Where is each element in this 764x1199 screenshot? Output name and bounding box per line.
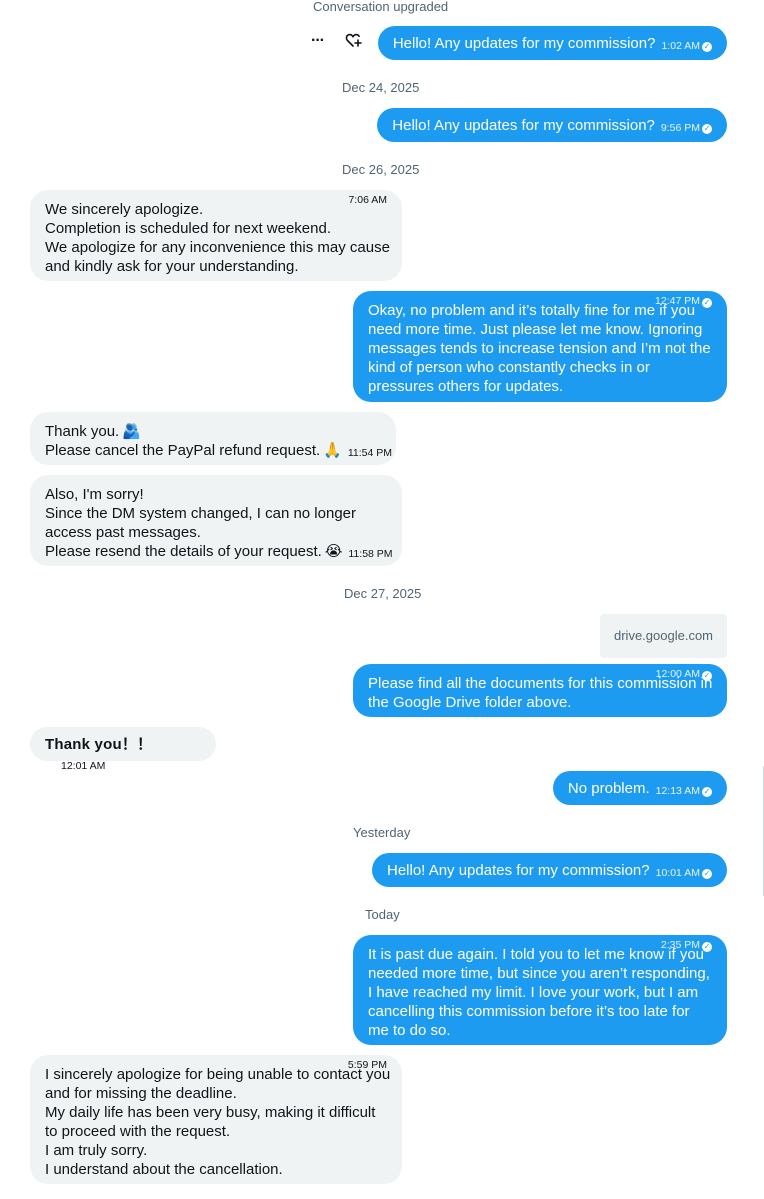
pray-emoji: 🙏 <box>323 442 342 459</box>
message-time: 2:35 PM <box>660 939 700 951</box>
read-check-icon: ✓ <box>702 671 712 681</box>
message-line: and for missing the deadline. <box>45 1085 237 1102</box>
read-check-icon: ✓ <box>702 787 712 797</box>
read-check-icon: ✓ <box>702 942 712 952</box>
heart-plus-icon[interactable] <box>345 31 363 49</box>
message-line: Since the DM system changed, I can no lo… <box>45 505 357 522</box>
message-time: 5:59 PM <box>347 1059 387 1071</box>
hug-emoji: 🫂 <box>122 423 141 440</box>
link-domain: drive.google.com <box>614 628 713 643</box>
message-line: Thank you. <box>45 423 120 440</box>
message-line: My daily life has been very busy, making… <box>45 1104 376 1121</box>
outgoing-message[interactable]: It is past due again. I told you to let … <box>353 935 727 1045</box>
message-text: Hello! Any updates for my commission? <box>392 35 656 52</box>
message-line: I sincerely apologize for being unable t… <box>45 1066 391 1083</box>
message-line: Completion is scheduled for next weekend… <box>45 220 331 237</box>
message-time: 9:56 PM <box>660 122 700 134</box>
link-preview-card[interactable]: drive.google.com <box>600 614 727 658</box>
outgoing-message[interactable]: Okay, no problem and it’s totally fine f… <box>353 291 727 402</box>
message-line: access past messages. <box>45 524 201 541</box>
date-separator: Today <box>365 907 400 922</box>
outgoing-message[interactable]: Hello! Any updates for my commission? 1:0… <box>377 26 727 60</box>
message-text: Hello! Any updates for my commission? <box>387 862 650 879</box>
date-separator: Dec 27, 2025 <box>344 586 422 601</box>
crying-emoji: 😭 <box>324 543 343 560</box>
more-dots-icon[interactable]: ··· <box>311 32 325 50</box>
message-time: 12:13 AM <box>655 785 700 797</box>
message-line: I understand about the cancellation. <box>45 1161 283 1178</box>
outgoing-message[interactable]: Hello! Any updates for my commission? 9:5… <box>377 108 727 142</box>
message-text: Thank you！！ <box>45 736 153 753</box>
outgoing-message[interactable]: Please find all the documents for this c… <box>353 664 727 717</box>
incoming-message[interactable]: I sincerely apologize for being unable t… <box>30 1055 402 1184</box>
read-check-icon: ✓ <box>702 298 712 308</box>
message-time: 10:01 AM <box>655 867 700 879</box>
date-separator: Dec 26, 2025 <box>342 162 420 177</box>
outgoing-message[interactable]: No problem. 12:13 AM ✓ <box>552 771 727 805</box>
message-time: 7:06 AM <box>348 194 387 206</box>
message-time: 12:00 AM <box>655 668 700 680</box>
read-check-icon: ✓ <box>702 869 712 879</box>
message-line: Also, I'm sorry! <box>45 486 144 503</box>
message-time: 12:01 AM <box>61 760 106 772</box>
incoming-message[interactable]: Also, I'm sorry! Since the DM system cha… <box>30 475 402 566</box>
incoming-message[interactable]: Thank you！！ 12:01 AM <box>30 727 216 772</box>
read-check-icon: ✓ <box>702 42 712 52</box>
message-line: I am truly sorry. <box>45 1142 148 1159</box>
message-line: Please resend the details of your reques… <box>45 543 322 560</box>
incoming-message[interactable]: Thank you. 🫂 Please cancel the PayPal ref… <box>30 412 396 465</box>
conversation-upgraded-notice: Conversation upgraded <box>313 0 449 14</box>
message-time: 12:47 PM <box>655 295 700 307</box>
date-separator: Dec 24, 2025 <box>342 80 420 95</box>
message-line: to proceed with the request. <box>45 1123 231 1140</box>
read-check-icon: ✓ <box>702 124 712 134</box>
message-line: We sincerely apologize. <box>45 201 204 218</box>
message-time: 11:58 PM <box>348 548 393 560</box>
message-text: Hello! Any updates for my commission? <box>392 117 655 134</box>
incoming-message[interactable]: We sincerely apologize. Completion is sc… <box>30 190 402 281</box>
message-text: No problem. <box>567 780 650 797</box>
outgoing-message[interactable]: Hello! Any updates for my commission? 10:… <box>372 853 727 887</box>
message-line: Please cancel the PayPal refund request. <box>45 442 321 459</box>
message-time: 1:02 AM <box>661 40 700 52</box>
message-time: 11:54 PM <box>347 447 393 459</box>
message-line: and kindly ask for your understanding. <box>45 258 299 275</box>
message-line: We apologize for any inconvenience this … <box>45 239 390 256</box>
date-separator: Yesterday <box>353 825 411 840</box>
